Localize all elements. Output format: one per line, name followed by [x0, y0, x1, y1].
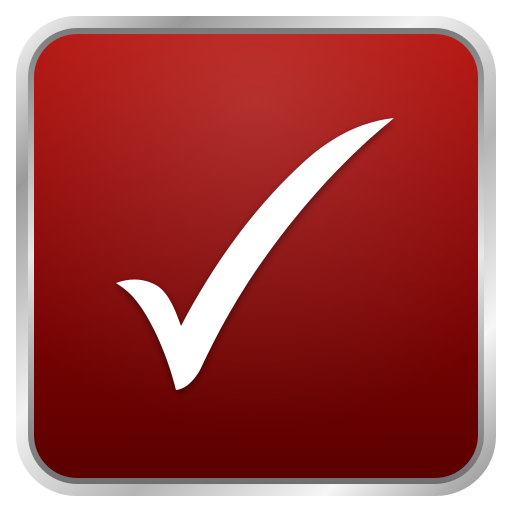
checkmark-app-icon[interactable] — [0, 0, 512, 512]
checkmark-icon[interactable] — [0, 0, 512, 512]
